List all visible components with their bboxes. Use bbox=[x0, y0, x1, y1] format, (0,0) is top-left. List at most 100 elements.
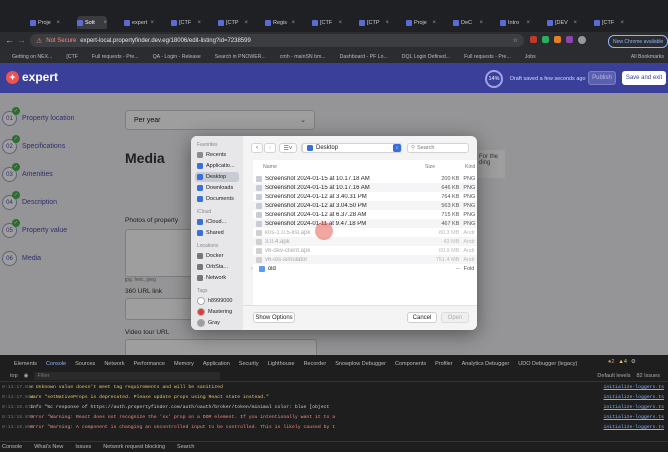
bookmark-item[interactable]: Dashboard - PF Lo... bbox=[340, 54, 388, 60]
sidebar-item[interactable]: h8999000 bbox=[195, 296, 239, 306]
bookmark-item[interactable]: cmh - mainSN bm... bbox=[280, 54, 326, 60]
devtools-tab[interactable]: Analytics Debugger bbox=[462, 361, 510, 367]
devtools-tab[interactable]: Application bbox=[203, 361, 230, 367]
nav-back-button[interactable]: ‹ bbox=[251, 143, 263, 153]
source-link[interactable]: initialize-loggers.ts bbox=[604, 405, 664, 410]
devtools-tab[interactable]: Profiler bbox=[435, 361, 452, 367]
browser-tab[interactable]: Regis × bbox=[265, 16, 295, 29]
column-header-size[interactable]: Size bbox=[425, 164, 435, 170]
extension-icon[interactable] bbox=[530, 36, 537, 43]
devtools-tab[interactable]: Lighthouse bbox=[268, 361, 295, 367]
bookmark-item[interactable]: Full requests - Pre... bbox=[92, 54, 139, 60]
source-link[interactable]: initialize-loggers.ts bbox=[604, 425, 664, 430]
file-row[interactable]: Screenshot 2024-01-15 at 10.17.16 AM 646 … bbox=[253, 183, 477, 192]
sidebar-item[interactable]: iCloud... bbox=[195, 217, 239, 227]
error-count-icon[interactable]: ●2 bbox=[608, 359, 614, 365]
url-text[interactable]: expert-local.propertyfinder.dev.eg/18006… bbox=[80, 38, 251, 44]
devtools-tab[interactable]: UDO Debugger (legacy) bbox=[518, 361, 577, 367]
browser-tab[interactable]: expert × bbox=[124, 16, 154, 29]
devtools-tab[interactable]: Network bbox=[104, 361, 124, 367]
close-icon[interactable]: × bbox=[244, 20, 248, 26]
sidebar-item[interactable]: Applicatio... bbox=[195, 161, 239, 171]
chrome-update-button[interactable]: New Chrome available bbox=[608, 35, 668, 48]
bookmark-item[interactable]: All Bookmarks bbox=[631, 54, 664, 60]
disclosure-icon[interactable]: › bbox=[251, 266, 256, 272]
file-row[interactable]: Screenshot 2024-01-12 at 3.40.31 PM 764 K… bbox=[253, 192, 477, 201]
bookmark-item[interactable]: QA - Login - Release bbox=[153, 54, 201, 60]
sidebar-item[interactable]: Recents bbox=[195, 150, 239, 160]
browser-tab[interactable]: Intro × bbox=[500, 16, 530, 29]
cancel-button[interactable]: Cancel bbox=[407, 312, 437, 323]
drawer-tab[interactable]: Console bbox=[2, 444, 22, 450]
devtools-tab[interactable]: Security bbox=[239, 361, 259, 367]
browser-tab[interactable]: [CTP × bbox=[359, 16, 389, 29]
open-button[interactable]: Open bbox=[441, 312, 469, 323]
search-input[interactable] bbox=[417, 145, 466, 151]
bookmark-item[interactable]: Search in PNOWER... bbox=[215, 54, 266, 60]
drawer-tab[interactable]: Network request blocking bbox=[103, 444, 165, 450]
nav-forward-button[interactable]: › bbox=[264, 143, 276, 153]
bookmark-item[interactable]: Getting on NEX... bbox=[12, 54, 52, 60]
eye-icon[interactable]: ◉ bbox=[24, 373, 29, 379]
sidebar-item[interactable]: OrbSta... bbox=[195, 262, 239, 272]
context-select[interactable]: top bbox=[10, 373, 18, 379]
column-header-name[interactable]: Name bbox=[263, 164, 277, 170]
file-row[interactable]: Screenshot 2024-01-12 at 6.37.28 AM 715 K… bbox=[253, 210, 477, 219]
file-row[interactable]: Screenshot 2024-01-12 at 3.04.50 PM 563 K… bbox=[253, 201, 477, 210]
security-label[interactable]: Not Secure bbox=[46, 38, 76, 44]
bookmark-item[interactable]: [CTF bbox=[66, 54, 78, 60]
drawer-tab[interactable]: Search bbox=[177, 444, 194, 450]
warning-icon[interactable]: ⚠ bbox=[36, 37, 42, 45]
devtools-tab[interactable]: Components bbox=[395, 361, 426, 367]
close-icon[interactable]: × bbox=[338, 20, 342, 26]
extension-icon[interactable] bbox=[566, 36, 573, 43]
back-icon[interactable]: ← bbox=[5, 35, 14, 45]
sidebar-item[interactable]: Downloads bbox=[195, 183, 239, 193]
browser-tab[interactable]: [CTF × bbox=[594, 16, 624, 29]
publish-button[interactable]: Publish bbox=[588, 71, 616, 85]
issues-badge[interactable]: 82 Issues bbox=[636, 373, 660, 379]
list-view-button[interactable]: ☰˅ bbox=[279, 143, 297, 153]
column-header-kind[interactable]: Kind bbox=[465, 164, 475, 170]
browser-tab[interactable]: Proje × bbox=[30, 16, 60, 29]
source-link[interactable]: initialize-loggers.ts bbox=[604, 385, 664, 390]
browser-tab[interactable]: [CTP × bbox=[218, 16, 248, 29]
browser-tab[interactable]: [CTF × bbox=[171, 16, 201, 29]
dialog-search[interactable]: ⚲ bbox=[407, 143, 469, 153]
devtools-tab[interactable]: Recorder bbox=[304, 361, 327, 367]
source-link[interactable]: initialize-loggers.ts bbox=[604, 395, 664, 400]
devtools-tab[interactable]: Sources bbox=[75, 361, 95, 367]
browser-tab[interactable]: [CTF × bbox=[312, 16, 342, 29]
warning-count-icon[interactable]: ▲4 bbox=[618, 359, 627, 365]
close-icon[interactable]: × bbox=[103, 20, 107, 26]
close-icon[interactable]: × bbox=[573, 20, 577, 26]
sidebar-item[interactable]: Shared bbox=[195, 228, 239, 238]
browser-tab[interactable]: [DEV × bbox=[547, 16, 577, 29]
drawer-tab[interactable]: Issues bbox=[75, 444, 91, 450]
close-icon[interactable]: × bbox=[291, 20, 295, 26]
bookmark-item[interactable]: DQL Login Defined... bbox=[402, 54, 450, 60]
close-icon[interactable]: × bbox=[526, 20, 530, 26]
file-row[interactable]: › old -- Fold bbox=[251, 264, 477, 273]
sidebar-item[interactable]: Desktop bbox=[195, 172, 239, 182]
devtools-tab[interactable]: Memory bbox=[174, 361, 194, 367]
close-icon[interactable]: × bbox=[56, 20, 60, 26]
sidebar-item[interactable]: Docker bbox=[195, 251, 239, 261]
drawer-tab[interactable]: What's New bbox=[34, 444, 63, 450]
close-icon[interactable]: × bbox=[479, 20, 483, 26]
close-icon[interactable]: × bbox=[432, 20, 436, 26]
file-row[interactable]: Screenshot 2024-01-15 at 10.17.18 AM 200 … bbox=[253, 174, 477, 183]
bookmark-item[interactable]: Full requests - Pre... bbox=[464, 54, 511, 60]
avatar[interactable] bbox=[578, 36, 586, 44]
app-logo[interactable]: ✦ expert bbox=[6, 70, 58, 84]
source-link[interactable]: initialize-loggers.ts bbox=[604, 415, 664, 420]
settings-icon[interactable]: ⚙ bbox=[631, 359, 636, 365]
browser-tab[interactable]: Proje × bbox=[406, 16, 436, 29]
devtools-tab[interactable]: Snowplow Debugger bbox=[335, 361, 386, 367]
browser-tab[interactable]: Sott × bbox=[77, 16, 107, 29]
devtools-tab[interactable]: Console bbox=[46, 361, 66, 367]
show-options-button[interactable]: Show Options bbox=[253, 312, 295, 323]
star-icon[interactable]: ☆ bbox=[513, 37, 518, 44]
extension-icon[interactable] bbox=[554, 36, 561, 43]
sidebar-item[interactable]: Mastering bbox=[195, 307, 239, 317]
